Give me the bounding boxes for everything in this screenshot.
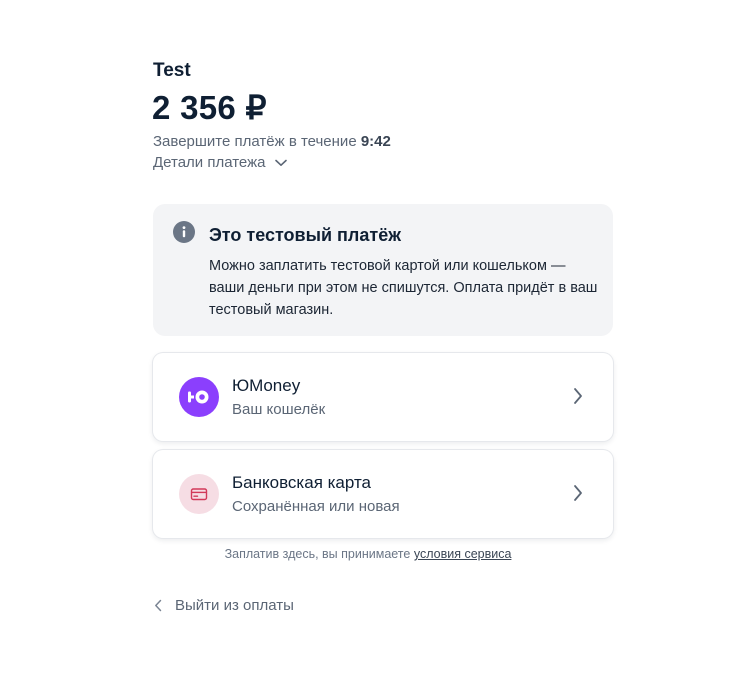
payment-method-yoomoney[interactable]: ЮMoney Ваш кошелёк bbox=[153, 353, 613, 441]
method-subtitle: Сохранённая или новая bbox=[232, 498, 400, 515]
payment-details-label: Детали платежа bbox=[153, 154, 266, 171]
yoomoney-logo-icon bbox=[179, 377, 219, 417]
deadline-timer: 9:42 bbox=[360, 133, 391, 150]
method-name: Банковская карта bbox=[232, 473, 372, 492]
chevron-down-icon bbox=[274, 159, 287, 166]
terms-link[interactable]: условия сервиса bbox=[414, 547, 512, 561]
payment-deadline: Завершите платёж в течение 9:42 bbox=[153, 133, 391, 150]
card-icon bbox=[179, 474, 219, 514]
chevron-right-icon bbox=[574, 388, 582, 404]
deadline-prefix: Завершите платёж в течение bbox=[153, 133, 357, 150]
notice-text: Можно заплатить тестовой картой или коше… bbox=[209, 258, 598, 318]
chevron-right-icon bbox=[574, 485, 582, 501]
exit-label: Выйти из оплаты bbox=[175, 597, 294, 614]
shop-name: Test bbox=[153, 60, 191, 81]
notice-title: Это тестовый платёж bbox=[209, 225, 401, 245]
payment-details-toggle[interactable]: Детали платежа bbox=[153, 154, 287, 171]
exit-payment-link[interactable]: Выйти из оплаты bbox=[154, 597, 294, 614]
terms-prefix: Заплатив здесь, вы принимаете bbox=[224, 547, 411, 561]
payment-amount: 2 356 ₽ bbox=[152, 89, 267, 126]
payment-method-bank-card[interactable]: Банковская карта Сохранённая или новая bbox=[153, 450, 613, 538]
info-icon bbox=[173, 221, 195, 243]
chevron-left-icon bbox=[155, 599, 162, 612]
method-name: ЮMoney bbox=[232, 376, 301, 395]
method-subtitle: Ваш кошелёк bbox=[232, 401, 326, 418]
terms-notice: Заплатив здесь, вы принимаете условия се… bbox=[0, 547, 736, 561]
test-payment-notice: Это тестовый платёж Можно заплатить тест… bbox=[153, 204, 613, 336]
